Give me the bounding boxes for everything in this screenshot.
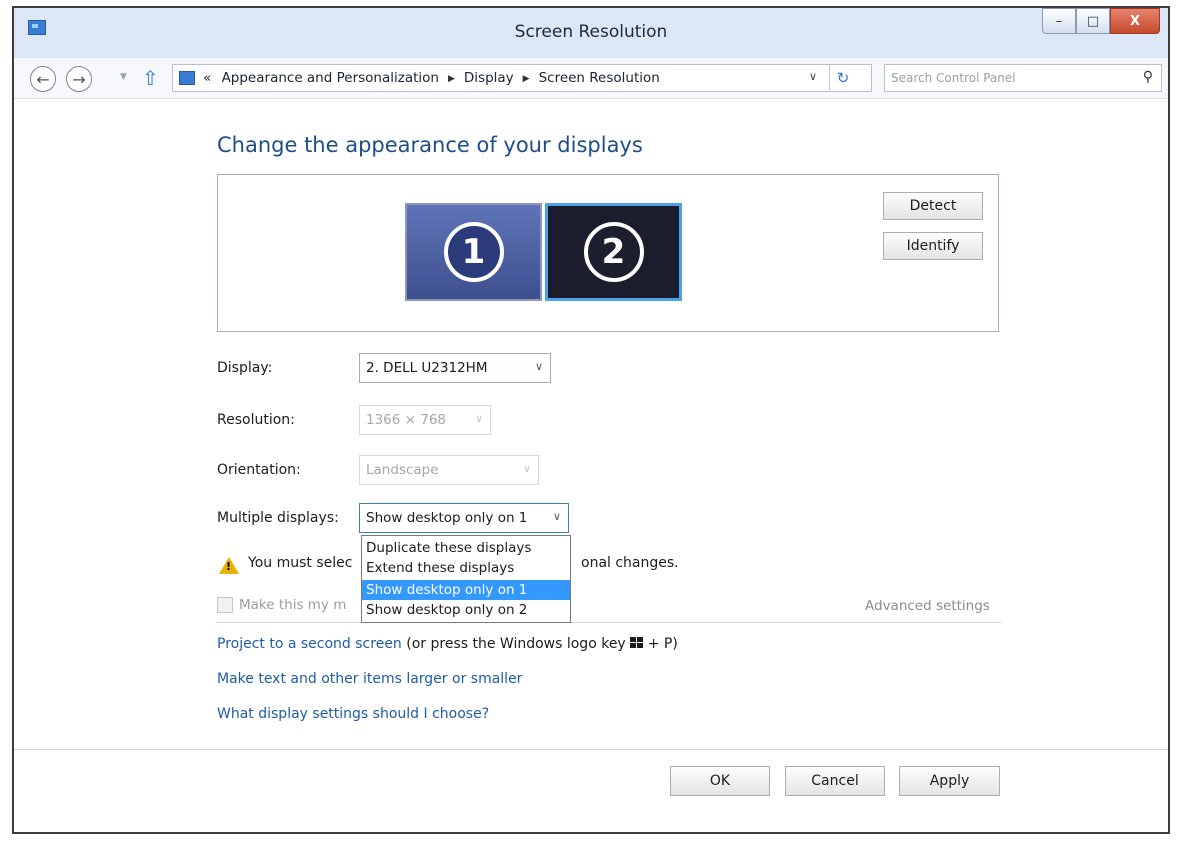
advanced-settings-link[interactable]: Advanced settings — [865, 598, 990, 614]
breadcrumb-item-appearance[interactable]: Appearance and Personalization — [222, 70, 439, 86]
close-button[interactable]: X — [1110, 8, 1160, 34]
dropdown-option[interactable]: Duplicate these displays — [362, 538, 570, 558]
dropdown-option-selected[interactable]: Show desktop only on 1 — [362, 580, 570, 600]
display-label: Display: — [217, 360, 273, 376]
identify-button[interactable]: Identify — [883, 232, 983, 260]
display-select[interactable]: 2. DELL U2312HM ∨ — [359, 353, 551, 383]
ok-button[interactable]: OK — [670, 766, 770, 796]
breadcrumb-item-screen-resolution[interactable]: Screen Resolution — [539, 70, 660, 86]
project-hint-text: (or press the Windows logo key — [406, 636, 626, 652]
breadcrumb: « Appearance and Personalization ▶ Display… — [203, 70, 660, 86]
forward-button[interactable]: → — [66, 66, 92, 92]
main-display-checkbox-label: Make this my m — [239, 597, 347, 613]
multiple-displays-dropdown-list: Duplicate these displays Extend these di… — [361, 535, 571, 623]
screen-resolution-window: Screen Resolution – □ X ← → ▼ ⇧ « Appear… — [12, 6, 1170, 834]
maximize-button[interactable]: □ — [1076, 8, 1110, 34]
orientation-select: Landscape ∨ — [359, 455, 539, 485]
detect-button[interactable]: Detect — [883, 192, 983, 220]
breadcrumb-separator-icon[interactable]: ▶ — [523, 74, 530, 84]
monitor-number: 1 — [443, 222, 504, 282]
project-line: Project to a second screen (or press the… — [217, 636, 678, 652]
windows-logo-icon — [629, 637, 644, 649]
window-title: Screen Resolution — [514, 22, 668, 42]
chevron-down-icon: ∨ — [552, 510, 561, 523]
navigation-bar: ← → ▼ ⇧ « Appearance and Personalization… — [14, 58, 1168, 99]
warning-text-end: onal changes. — [581, 555, 679, 571]
main-display-checkbox — [217, 597, 233, 613]
monitor-2[interactable]: 2 — [545, 203, 682, 301]
up-arrow-icon[interactable]: ⇧ — [142, 67, 159, 89]
back-button[interactable]: ← — [30, 66, 56, 92]
resolution-label: Resolution: — [217, 412, 295, 428]
chevron-down-icon: ∨ — [534, 360, 543, 373]
project-hint-end: + P) — [647, 636, 678, 652]
refresh-icon[interactable]: ↻ — [829, 65, 856, 91]
breadcrumb-item-display[interactable]: Display — [464, 70, 514, 86]
monitor-1[interactable]: 1 — [405, 203, 542, 301]
footer-divider — [14, 749, 1168, 750]
chevron-down-icon: ∨ — [474, 412, 483, 425]
display-settings-help-link[interactable]: What display settings should I choose? — [217, 706, 489, 722]
chevron-down-icon: ∨ — [522, 462, 531, 475]
orientation-select-value: Landscape — [366, 462, 439, 478]
breadcrumb-separator-icon[interactable]: ▶ — [448, 74, 455, 84]
search-input[interactable] — [891, 69, 1121, 87]
display-arrangement-panel: 1 2 Detect Identify — [217, 174, 999, 332]
divider — [217, 622, 1001, 623]
monitor-number: 2 — [583, 222, 644, 282]
multiple-displays-select-value: Show desktop only on 1 — [366, 510, 528, 526]
recent-pages-chevron-down-icon[interactable]: ▼ — [120, 72, 127, 82]
cancel-button[interactable]: Cancel — [785, 766, 885, 796]
warning-text: You must selec — [248, 555, 353, 571]
apply-button[interactable]: Apply — [899, 766, 1000, 796]
dropdown-option[interactable]: Show desktop only on 2 — [362, 600, 570, 620]
minimize-button[interactable]: – — [1042, 8, 1076, 34]
title-bar: Screen Resolution – □ X — [14, 8, 1168, 59]
project-to-second-screen-link[interactable]: Project to a second screen — [217, 636, 402, 652]
control-panel-icon — [179, 71, 195, 85]
warning-mark: ! — [226, 560, 232, 573]
orientation-label: Orientation: — [217, 462, 301, 478]
page-title: Change the appearance of your displays — [217, 133, 643, 157]
search-icon[interactable]: ⚲ — [1143, 69, 1153, 85]
multiple-displays-label: Multiple displays: — [217, 510, 339, 526]
dropdown-option[interactable]: Extend these displays — [362, 558, 570, 578]
resolution-select-value: 1366 × 768 — [366, 412, 447, 428]
multiple-displays-select[interactable]: Show desktop only on 1 ∨ — [359, 503, 569, 533]
address-history-chevron-down-icon[interactable]: ∨ — [809, 70, 817, 83]
search-box[interactable]: ⚲ — [884, 64, 1162, 92]
resolution-select: 1366 × 768 ∨ — [359, 405, 491, 435]
text-size-link[interactable]: Make text and other items larger or smal… — [217, 671, 522, 687]
display-select-value: 2. DELL U2312HM — [366, 360, 488, 376]
breadcrumb-overflow[interactable]: « — [203, 70, 211, 86]
address-bar[interactable]: « Appearance and Personalization ▶ Display… — [172, 64, 872, 92]
